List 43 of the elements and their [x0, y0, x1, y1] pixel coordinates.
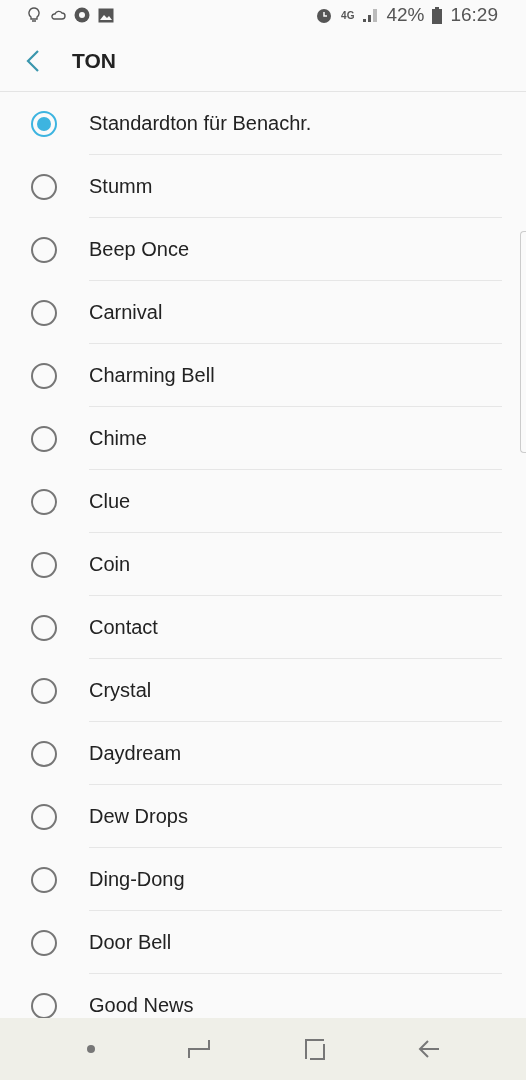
- radio-button[interactable]: [31, 614, 57, 641]
- dot-icon: [86, 1045, 95, 1053]
- radio-button[interactable]: [31, 803, 57, 830]
- radio-button[interactable]: [31, 299, 57, 326]
- tone-name[interactable]: Ding-Dong: [89, 867, 185, 891]
- tone-name[interactable]: Charming Bell: [89, 363, 215, 387]
- radio-button[interactable]: [31, 110, 57, 137]
- radio-button[interactable]: [31, 740, 57, 767]
- recent-apps-icon[interactable]: [187, 1038, 210, 1060]
- tone-name[interactable]: Carnival: [89, 300, 163, 324]
- radio-button[interactable]: [31, 236, 57, 263]
- tone-name[interactable]: Door Bell: [89, 930, 172, 954]
- radio-button[interactable]: [31, 551, 57, 578]
- radio-button[interactable]: [31, 677, 57, 704]
- radio-button[interactable]: [31, 362, 57, 389]
- page-title: TON: [72, 48, 116, 73]
- tone-name[interactable]: Stumm: [89, 174, 153, 198]
- tone-name[interactable]: Coin: [89, 552, 131, 576]
- clock: 16:29: [450, 4, 498, 26]
- battery-percent: 42%: [386, 4, 425, 26]
- signal-icon: [362, 7, 379, 23]
- tone-name[interactable]: Good News: [89, 994, 194, 1017]
- radio-button[interactable]: [31, 425, 57, 452]
- tone-name[interactable]: Clue: [89, 489, 131, 513]
- tone-name[interactable]: Dew Drops: [89, 804, 188, 828]
- tone-name[interactable]: Beep Once: [89, 237, 190, 261]
- tone-name[interactable]: Daydream: [89, 741, 182, 765]
- battery-icon: [432, 6, 443, 24]
- radio-button[interactable]: [31, 866, 57, 893]
- home-icon[interactable]: [302, 1038, 325, 1060]
- tone-name[interactable]: Crystal: [89, 678, 152, 702]
- chevron-left-icon: [26, 49, 40, 72]
- tone-name[interactable]: Standardton für Benachr.: [89, 111, 312, 135]
- radio-button[interactable]: [31, 929, 57, 956]
- radio-button[interactable]: [31, 173, 57, 200]
- tone-name[interactable]: Chime: [89, 426, 147, 450]
- back-icon[interactable]: [417, 1039, 440, 1059]
- network-type: 4G: [341, 9, 355, 21]
- alarm-clock-icon: [315, 6, 334, 24]
- lightbulb-icon: [28, 7, 40, 23]
- radio-button[interactable]: [31, 488, 57, 515]
- image-icon: [98, 7, 114, 23]
- tone-name[interactable]: Contact: [89, 615, 158, 639]
